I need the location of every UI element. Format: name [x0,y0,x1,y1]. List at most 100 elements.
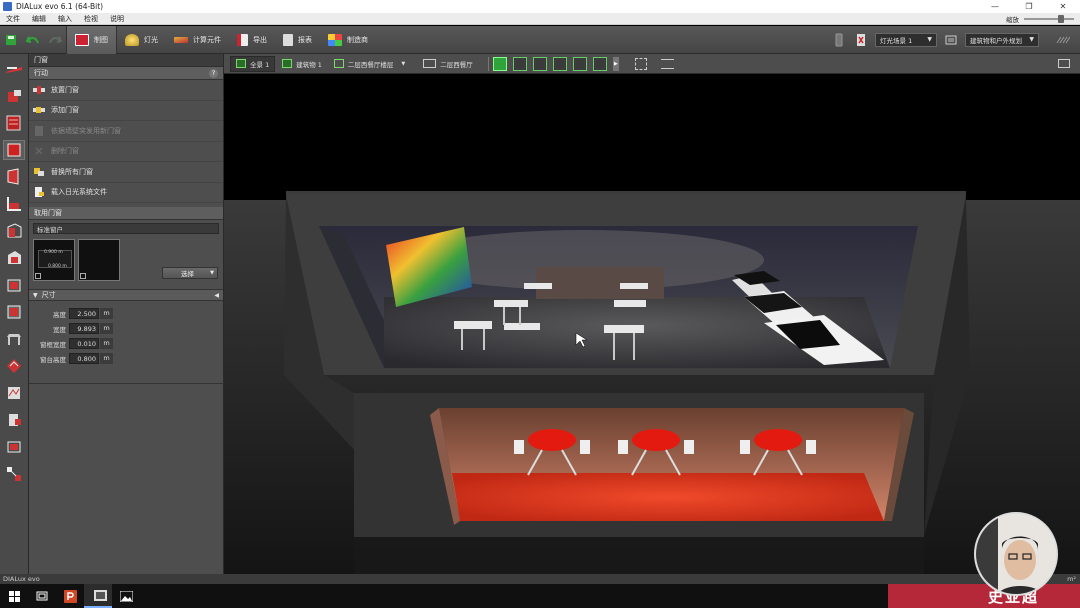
delete-light-icon[interactable] [854,33,868,47]
preview-expand-icon[interactable] [35,273,41,279]
zoom-slider-knob[interactable] [1058,14,1064,23]
fit-view-icon[interactable] [634,57,647,70]
monitor-icon[interactable] [1058,59,1070,68]
action-add-window[interactable]: 添加门窗 [29,101,223,121]
dim-sill-height-input[interactable]: 0.800 [69,353,99,364]
calc-tool-icon[interactable] [3,410,25,430]
panel-header: 门窗 [29,54,223,67]
menu-bar: 文件 编辑 输入 检视 说明 缩放 [0,13,1080,25]
more-arrow-icon[interactable]: ▶ [612,56,619,71]
roof-tool-icon[interactable] [3,194,25,214]
preview-expand-icon[interactable] [80,273,86,279]
mode-calc-objects[interactable]: 计算元件 [166,26,229,54]
site-tool-icon[interactable] [3,59,25,79]
window-type-combo[interactable]: 标准窗户 [33,223,219,234]
zoom-slider[interactable] [1024,14,1074,23]
view-tool-icon[interactable] [3,437,25,457]
chevron-down-icon: ▼ [210,270,214,276]
furniture-tool-icon[interactable] [3,329,25,349]
object-tool-icon[interactable] [3,302,25,322]
display-settings-icon[interactable] [944,33,958,47]
mode-manufacturers[interactable]: 制造商 [320,26,376,54]
light-scene-value: 灯光场景 1 [880,36,913,45]
dim-unit: m [100,353,113,364]
dimensions-section-header[interactable]: ▼ 尺寸 ◀ [29,289,223,301]
dim-frame-width-input[interactable]: 0.010 [69,338,99,349]
close-button[interactable]: ✕ [1046,2,1080,11]
light-scene-dropdown[interactable]: 灯光场景 1 ▼ [875,32,937,47]
grid-toggle-icon[interactable] [1056,33,1070,47]
undo-icon[interactable] [26,33,40,47]
mode-light[interactable]: 灯光 [117,26,166,54]
measure-icon[interactable] [660,58,674,69]
action-label: 删除门窗 [51,147,79,156]
collapse-arrow-icon: ▼ [33,291,38,299]
place-window-icon [33,85,45,94]
selection-tool-icon[interactable] [3,464,25,484]
start-icon[interactable] [0,584,28,608]
pin-icon[interactable]: ◀ [214,292,219,299]
cutout-tool-icon[interactable] [3,248,25,268]
action-place-window[interactable]: 放置门窗 [29,80,223,101]
window-previews: 0.900 m 0.800 m 选择 ▼ [29,237,223,283]
light-tool-icon[interactable] [3,383,25,403]
planning-dropdown[interactable]: 建筑物和户外规划 ▼ [965,32,1039,47]
extrusion-tool-icon[interactable] [3,275,25,295]
3d-viewport[interactable] [224,75,1080,574]
view-solid-icon[interactable] [492,56,507,71]
dialux-taskbar-icon[interactable] [84,584,112,608]
view-cut-icon[interactable] [592,56,607,71]
chevron-down-icon: ▼ [1029,36,1034,43]
action-load-daylight[interactable]: 载入日光系统文件 [29,183,223,203]
door-window-tool-icon[interactable] [3,167,25,187]
mode-construction[interactable]: 制图 [66,25,117,54]
material-tool-icon[interactable] [3,356,25,376]
redo-icon[interactable] [48,33,62,47]
view-storey[interactable]: 二层西餐厅楼层 ▼ [329,56,410,72]
storey-tool-icon[interactable] [3,113,25,133]
app-window: DIALux evo 6.1 (64-Bit) — ❐ ✕ 文件 编辑 输入 检… [0,0,1080,608]
luminaire-icon[interactable] [832,33,846,47]
streamer-avatar [974,512,1058,596]
photos-icon[interactable] [112,584,140,608]
view-wire-icon[interactable] [552,56,567,71]
view-scene[interactable]: 全景 1 [230,55,276,72]
status-bar: DIALux evo m² [0,574,1080,584]
help-icon[interactable]: ? [209,68,218,78]
view-cube-icon[interactable] [532,56,547,71]
menu-edit[interactable]: 编辑 [26,14,52,24]
chevron-down-icon: ▼ [927,36,932,43]
mode-export[interactable]: 导出 [229,26,275,54]
title-bar: DIALux evo 6.1 (64-Bit) — ❐ ✕ [0,0,1080,13]
room-tool-icon[interactable] [3,140,25,160]
powerpoint-icon[interactable] [56,584,84,608]
menu-input[interactable]: 输入 [52,14,78,24]
restore-button[interactable]: ❐ [1012,2,1046,11]
storey-icon [333,59,344,68]
minimize-button[interactable]: — [978,2,1012,11]
dimensions-list: 高度 2.500 m 宽度 9.893 m 窗框宽度 0.010 m 窗台高度 … [29,301,223,366]
task-view-icon[interactable] [28,584,56,608]
wall-window-icon [35,125,43,136]
mode-report[interactable]: 报表 [275,26,320,54]
menu-file[interactable]: 文件 [0,14,26,24]
menu-help[interactable]: 说明 [104,14,130,24]
dim-height-input[interactable]: 2.500 [69,308,99,319]
ceiling-tool-icon[interactable] [3,221,25,241]
view-box-icon[interactable] [572,56,587,71]
panel-divider [29,383,224,384]
dim-width-input[interactable]: 9.893 [69,323,99,334]
report-icon [283,33,293,46]
building-tool-icon[interactable] [3,86,25,106]
view-room[interactable]: 二层西餐厅 [418,56,478,72]
view-building[interactable]: 建筑物 1 [277,56,327,72]
select-button[interactable]: 选择 ▼ [162,267,218,279]
view-floor-icon[interactable] [512,56,527,71]
view-scene-label: 全景 1 [250,60,270,69]
save-icon[interactable] [4,33,18,47]
manufacturers-icon [328,33,342,46]
dim-row-height: 高度 2.500 m [29,306,223,321]
chevron-down-icon[interactable]: ▼ [401,61,405,67]
menu-view[interactable]: 检视 [78,14,104,24]
action-replace-all[interactable]: 替换所有门窗 [29,162,223,183]
